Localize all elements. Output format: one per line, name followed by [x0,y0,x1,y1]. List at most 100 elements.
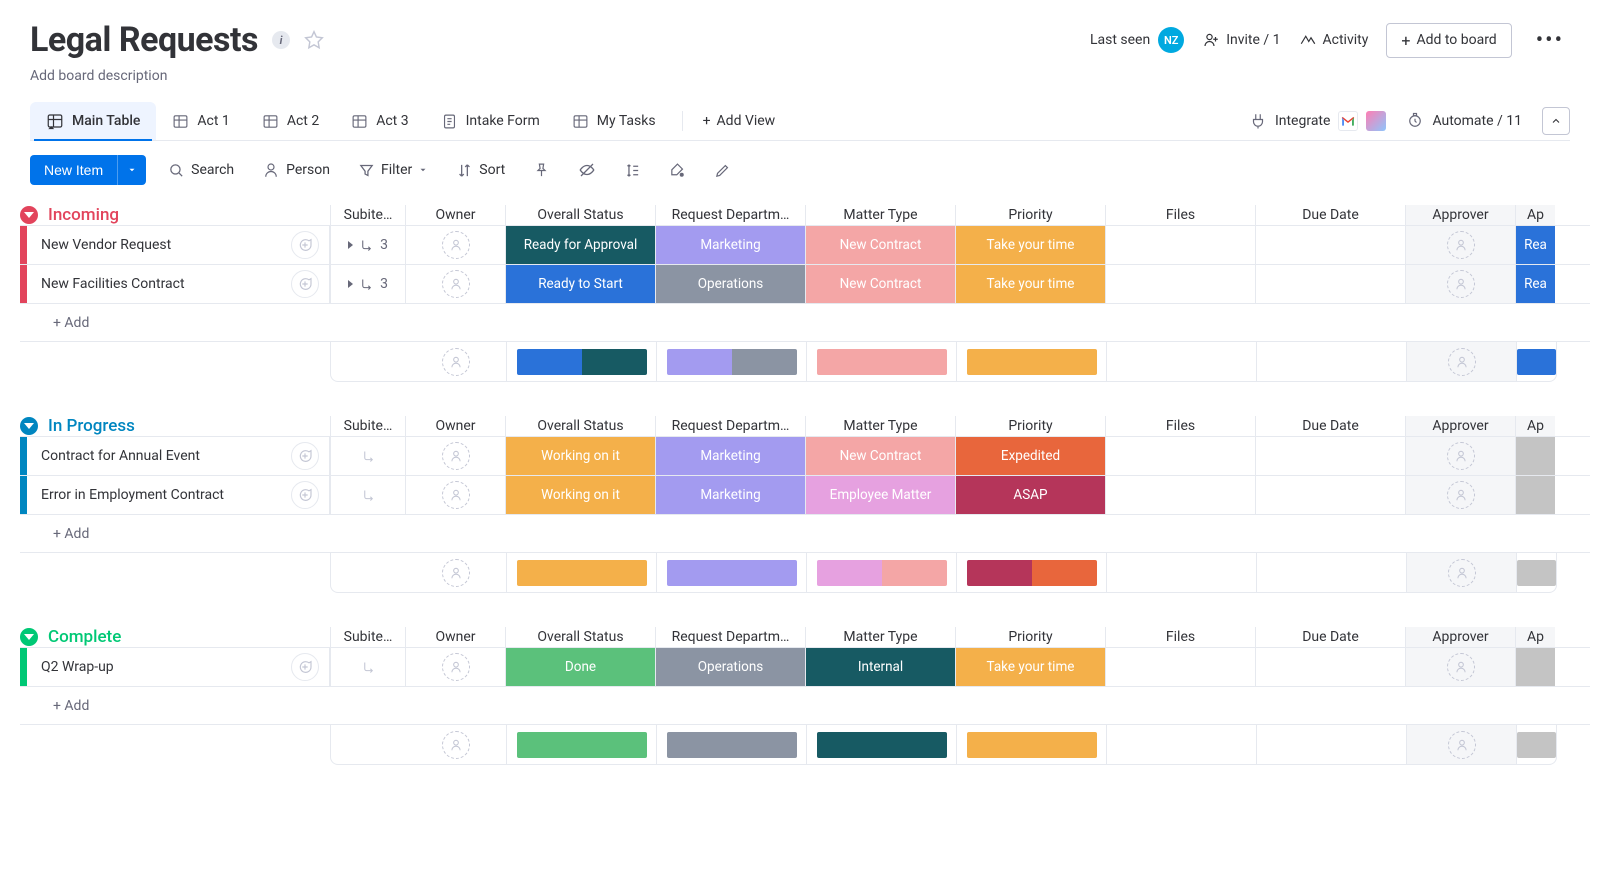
integrate-button[interactable]: Integrate [1249,111,1387,131]
approver-cell[interactable] [1405,648,1515,686]
group-collapse-icon[interactable] [20,206,38,224]
subitems-cell[interactable]: 3 [330,265,405,303]
tab-act-3[interactable]: Act 3 [335,103,424,140]
approval-status-cell[interactable] [1515,648,1555,686]
hide-icon[interactable] [572,157,602,183]
tab-main-table[interactable]: Main Table [30,102,156,140]
owner-placeholder-icon[interactable] [442,481,470,509]
table-row[interactable]: New Vendor Request 3 Ready for Approval … [20,225,1590,264]
add-item-row[interactable]: + Add [20,686,1590,725]
table-row[interactable]: Q2 Wrap-up Done Operations Internal Take… [20,647,1590,686]
filter-button[interactable]: Filter [352,158,434,183]
item-name[interactable]: New Facilities Contract [41,276,185,292]
tab-my-tasks[interactable]: My Tasks [556,103,672,140]
tab-act-2[interactable]: Act 2 [246,103,335,140]
matter-cell[interactable]: Employee Matter [805,476,955,514]
automate-button[interactable]: Automate / 11 [1406,112,1522,130]
column-header-priority[interactable]: Priority [955,205,1105,225]
activity-button[interactable]: Activity [1299,31,1369,49]
priority-cell[interactable]: Take your time [955,226,1105,264]
column-header-approver[interactable]: Approver [1405,627,1515,647]
color-icon[interactable] [663,158,692,183]
column-header-approval-status[interactable]: Ap [1515,205,1555,225]
owner-placeholder-icon[interactable] [1447,231,1475,259]
approval-status-cell[interactable]: Rea [1515,226,1555,264]
owner-cell[interactable] [405,437,505,475]
due-date-cell[interactable] [1255,265,1405,303]
priority-cell[interactable]: Take your time [955,648,1105,686]
column-header-status[interactable]: Overall Status [505,416,655,436]
approval-status-cell[interactable] [1515,437,1555,475]
matter-cell[interactable]: New Contract [805,437,955,475]
owner-placeholder-icon[interactable] [442,653,470,681]
info-icon[interactable]: i [272,31,290,49]
department-cell[interactable]: Marketing [655,437,805,475]
item-name[interactable]: Contract for Annual Event [41,448,200,464]
files-cell[interactable] [1105,437,1255,475]
matter-cell[interactable]: Internal [805,648,955,686]
board-title[interactable]: Legal Requests [30,20,258,60]
due-date-cell[interactable] [1255,476,1405,514]
status-cell[interactable]: Done [505,648,655,686]
approver-cell[interactable] [1405,476,1515,514]
table-row[interactable]: Error in Employment Contract Working on … [20,475,1590,514]
status-cell[interactable]: Ready for Approval [505,226,655,264]
collapse-header-button[interactable] [1542,107,1570,135]
subitems-cell[interactable] [330,648,405,686]
new-item-button[interactable]: New Item [30,155,117,185]
column-header-status[interactable]: Overall Status [505,627,655,647]
files-cell[interactable] [1105,476,1255,514]
person-filter-button[interactable]: Person [256,157,336,183]
conversation-icon[interactable] [291,481,319,509]
files-cell[interactable] [1105,226,1255,264]
more-icon[interactable]: ••• [1530,28,1570,53]
due-date-cell[interactable] [1255,226,1405,264]
conversation-icon[interactable] [291,231,319,259]
subitems-cell[interactable] [330,476,405,514]
column-header-priority[interactable]: Priority [955,627,1105,647]
table-row[interactable]: New Facilities Contract 3 Ready to Start… [20,264,1590,303]
column-header-due-date[interactable]: Due Date [1255,416,1405,436]
due-date-cell[interactable] [1255,437,1405,475]
approver-cell[interactable] [1405,437,1515,475]
owner-placeholder-icon[interactable] [442,559,470,587]
column-header-department[interactable]: Request Departm… [655,416,805,436]
column-header-approver[interactable]: Approver [1405,416,1515,436]
column-header-matter[interactable]: Matter Type [805,627,955,647]
column-header-matter[interactable]: Matter Type [805,416,955,436]
new-item-dropdown[interactable] [117,155,146,185]
owner-placeholder-icon[interactable] [1448,559,1476,587]
priority-cell[interactable]: ASAP [955,476,1105,514]
matter-cell[interactable]: New Contract [805,265,955,303]
add-view-button[interactable]: + Add View [703,113,776,129]
owner-cell[interactable] [405,648,505,686]
subitems-cell[interactable]: 3 [330,226,405,264]
owner-placeholder-icon[interactable] [1447,653,1475,681]
department-cell[interactable]: Marketing [655,476,805,514]
column-header-approval-status[interactable]: Ap [1515,627,1555,647]
star-icon[interactable] [304,30,324,50]
matter-cell[interactable]: New Contract [805,226,955,264]
column-header-owner[interactable]: Owner [405,205,505,225]
status-cell[interactable]: Working on it [505,476,655,514]
column-header-owner[interactable]: Owner [405,416,505,436]
conversation-icon[interactable] [291,653,319,681]
height-icon[interactable] [618,158,647,183]
status-cell[interactable]: Working on it [505,437,655,475]
tab-intake-form[interactable]: Intake Form [425,103,556,140]
column-header-department[interactable]: Request Departm… [655,627,805,647]
subitems-cell[interactable] [330,437,405,475]
owner-placeholder-icon[interactable] [1448,731,1476,759]
owner-placeholder-icon[interactable] [442,348,470,376]
column-header-owner[interactable]: Owner [405,627,505,647]
item-name[interactable]: New Vendor Request [41,237,171,253]
priority-cell[interactable]: Take your time [955,265,1105,303]
owner-placeholder-icon[interactable] [1447,481,1475,509]
due-date-cell[interactable] [1255,648,1405,686]
search-button[interactable]: Search [162,158,240,183]
column-header-subitems[interactable]: Subite… [330,205,405,225]
tab-act-1[interactable]: Act 1 [156,103,245,140]
approver-cell[interactable] [1405,265,1515,303]
owner-placeholder-icon[interactable] [1448,348,1476,376]
column-header-priority[interactable]: Priority [955,416,1105,436]
